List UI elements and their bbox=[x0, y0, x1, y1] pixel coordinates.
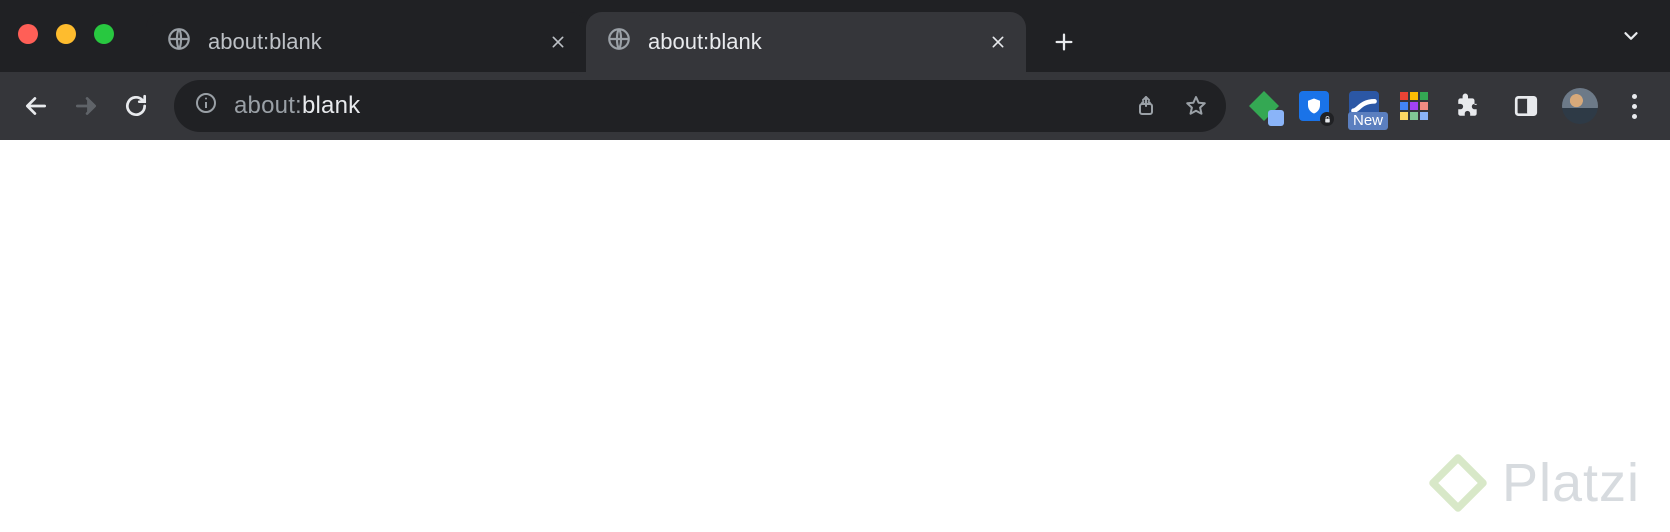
lock-icon bbox=[1320, 112, 1334, 126]
extension-indicator-icon bbox=[1268, 110, 1284, 126]
profile-button[interactable] bbox=[1562, 88, 1598, 124]
tab-title: about:blank bbox=[648, 29, 984, 55]
kebab-icon bbox=[1632, 94, 1637, 119]
new-tab-button[interactable] bbox=[1044, 22, 1084, 62]
browser-tab[interactable]: about:blank bbox=[146, 12, 586, 72]
extension-green-shield[interactable] bbox=[1246, 88, 1282, 124]
watermark: Platzi bbox=[1428, 452, 1640, 514]
site-info-icon[interactable] bbox=[194, 91, 218, 122]
browser-tab-active[interactable]: about:blank bbox=[586, 12, 1026, 72]
extension-badge: New bbox=[1348, 112, 1388, 130]
forward-button[interactable] bbox=[64, 84, 108, 128]
tab-close-button[interactable] bbox=[984, 28, 1012, 56]
tab-title: about:blank bbox=[208, 29, 544, 55]
tab-close-button[interactable] bbox=[544, 28, 572, 56]
extension-color-grid[interactable] bbox=[1396, 88, 1432, 124]
address-bar[interactable]: about:blank bbox=[174, 80, 1226, 132]
share-button[interactable] bbox=[1128, 88, 1164, 124]
bookmark-button[interactable] bbox=[1178, 88, 1214, 124]
window-controls bbox=[18, 24, 114, 44]
back-button[interactable] bbox=[14, 84, 58, 128]
diamond-icon bbox=[1428, 453, 1488, 513]
window-close-button[interactable] bbox=[18, 24, 38, 44]
tabs-overflow-button[interactable] bbox=[1620, 0, 1642, 72]
tabs: about:blank about:blank bbox=[146, 0, 1026, 72]
browser-menu-button[interactable] bbox=[1612, 84, 1656, 128]
globe-icon bbox=[606, 26, 632, 58]
url-text: about:blank bbox=[234, 92, 1128, 120]
toolbar: about:blank bbox=[0, 72, 1670, 140]
window-minimize-button[interactable] bbox=[56, 24, 76, 44]
page-viewport: Platzi bbox=[0, 140, 1670, 532]
extension-stream[interactable]: New bbox=[1346, 88, 1382, 124]
side-panel-button[interactable] bbox=[1504, 84, 1548, 128]
grid-icon bbox=[1400, 92, 1428, 120]
extensions-row: New bbox=[1246, 84, 1656, 128]
globe-icon bbox=[166, 26, 192, 58]
avatar-icon bbox=[1562, 88, 1598, 124]
tab-strip: about:blank about:blank bbox=[0, 0, 1670, 72]
extension-blue-shield[interactable] bbox=[1296, 88, 1332, 124]
watermark-text: Platzi bbox=[1502, 452, 1640, 514]
reload-button[interactable] bbox=[114, 84, 158, 128]
window-zoom-button[interactable] bbox=[94, 24, 114, 44]
extensions-button[interactable] bbox=[1446, 84, 1490, 128]
